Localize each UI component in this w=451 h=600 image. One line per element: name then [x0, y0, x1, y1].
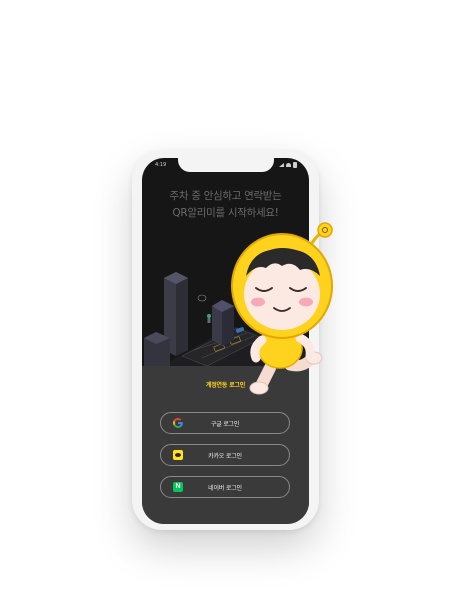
google-icon	[173, 418, 183, 428]
status-time: 4:19	[155, 162, 167, 168]
kakao-login-button[interactable]: 카카오 로그인	[160, 444, 290, 466]
naver-login-button[interactable]: N 네이버 로그인	[160, 476, 290, 498]
phone-notch	[177, 158, 274, 172]
battery-icon	[293, 162, 297, 168]
wifi-icon	[286, 163, 291, 167]
kakao-icon	[173, 450, 183, 460]
status-icons	[279, 162, 297, 168]
google-login-button[interactable]: 구글 로그인	[160, 412, 290, 434]
signal-icon	[279, 163, 284, 167]
mascot-character	[231, 222, 333, 395]
headline-line-1: 주차 중 안심하고 연락받는	[169, 190, 282, 202]
naver-icon: N	[173, 482, 183, 492]
headline: 주차 중 안심하고 연락받는 QR알리미를 시작하세요!	[142, 188, 309, 222]
